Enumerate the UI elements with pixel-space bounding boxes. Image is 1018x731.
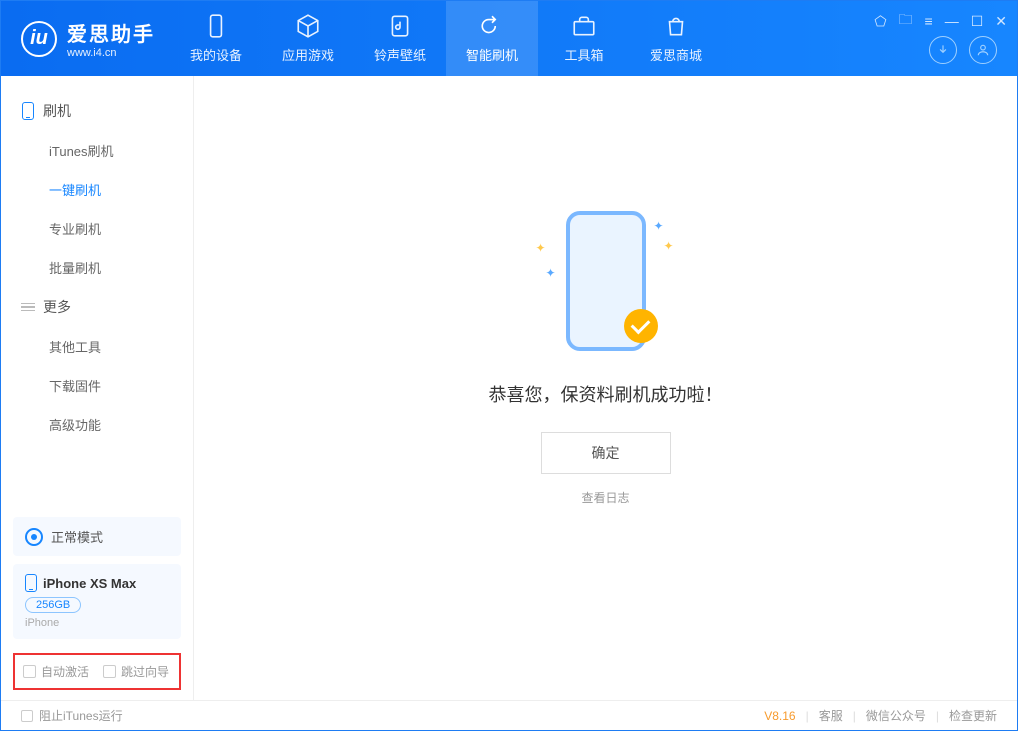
sidebar-item-firmware[interactable]: 下载固件: [1, 366, 193, 405]
logo-icon: iu: [21, 21, 57, 57]
sidebar-section-flash: 刷机: [1, 91, 193, 131]
download-icon: [936, 43, 950, 57]
sidebar-item-batch[interactable]: 批量刷机: [1, 248, 193, 287]
checkbox-icon: [103, 665, 116, 678]
mode-label: 正常模式: [51, 527, 103, 546]
sparkle-icon: ✦: [546, 266, 556, 280]
sidebar-item-oneclick[interactable]: 一键刷机: [1, 170, 193, 209]
sidebar-item-advanced[interactable]: 高级功能: [1, 405, 193, 444]
version-label: V8.16: [764, 709, 795, 723]
sidebar-item-itunes[interactable]: iTunes刷机: [1, 131, 193, 170]
sidebar-section-more: 更多: [1, 287, 193, 327]
top-tabs: 我的设备 应用游戏 铃声壁纸 智能刷机 工具箱 爱思商城: [170, 1, 722, 76]
tab-shop[interactable]: 爱思商城: [630, 1, 722, 76]
shirt-icon[interactable]: ⬠: [874, 13, 886, 30]
footer-kefu[interactable]: 客服: [819, 707, 843, 724]
check-badge-icon: [624, 309, 658, 343]
success-illustration: ✦ ✦ ✦ ✦: [536, 211, 676, 361]
header: iu 爱思助手 www.i4.cn 我的设备 应用游戏 铃声壁纸 智能刷机 工具…: [1, 1, 1017, 76]
device-box[interactable]: iPhone XS Max 256GB iPhone: [13, 564, 181, 639]
logo-area: iu 爱思助手 www.i4.cn: [1, 18, 170, 59]
view-log-link[interactable]: 查看日志: [581, 489, 629, 506]
music-icon: [387, 13, 413, 39]
list-icon: [21, 303, 35, 312]
tab-ringtone[interactable]: 铃声壁纸: [354, 1, 446, 76]
tab-flash[interactable]: 智能刷机: [446, 1, 538, 76]
sparkle-icon: ✦: [536, 241, 546, 255]
bag-icon: [663, 13, 689, 39]
checkbox-row: 自动激活 跳过向导: [13, 653, 181, 690]
user-button[interactable]: [969, 36, 997, 64]
device-phone-icon: [25, 574, 37, 592]
close-icon[interactable]: ✕: [995, 13, 1007, 30]
footer-update[interactable]: 检查更新: [949, 707, 997, 724]
menu-icon[interactable]: ≡: [925, 13, 933, 29]
phone-icon: [203, 13, 229, 39]
cube-icon: [295, 13, 321, 39]
sparkle-icon: ✦: [663, 239, 673, 253]
phone-small-icon: [21, 102, 35, 120]
briefcase-icon: [571, 13, 597, 39]
device-name: iPhone XS Max: [43, 576, 136, 591]
lock-icon[interactable]: 🗀: [899, 9, 913, 33]
app-site: www.i4.cn: [67, 47, 155, 59]
checkbox-icon[interactable]: [21, 710, 33, 722]
checkbox-auto-activate[interactable]: 自动激活: [23, 663, 89, 680]
window-controls: ⬠ 🗀 ≡ — ☐ ✕: [874, 9, 1007, 33]
tab-apps[interactable]: 应用游戏: [262, 1, 354, 76]
download-button[interactable]: [929, 36, 957, 64]
checkbox-skip-guide[interactable]: 跳过向导: [103, 663, 169, 680]
footer-wechat[interactable]: 微信公众号: [866, 707, 926, 724]
sidebar: 刷机 iTunes刷机 一键刷机 专业刷机 批量刷机 更多 其他工具 下载固件 …: [1, 76, 194, 700]
minimize-icon[interactable]: —: [945, 13, 959, 29]
checkbox-icon: [23, 665, 36, 678]
maximize-icon[interactable]: ☐: [971, 13, 984, 30]
user-icon: [976, 43, 990, 57]
mode-icon: [25, 528, 43, 546]
header-actions: [929, 36, 997, 64]
mode-box[interactable]: 正常模式: [13, 517, 181, 556]
sidebar-item-other[interactable]: 其他工具: [1, 327, 193, 366]
success-message: 恭喜您，保资料刷机成功啦！: [489, 381, 723, 407]
footer: 阻止iTunes运行 V8.16 | 客服 | 微信公众号 | 检查更新: [1, 700, 1017, 730]
device-storage: 256GB: [25, 597, 81, 613]
refresh-icon: [479, 13, 505, 39]
app-name: 爱思助手: [67, 18, 155, 47]
tab-device[interactable]: 我的设备: [170, 1, 262, 76]
ok-button[interactable]: 确定: [541, 432, 671, 474]
device-type: iPhone: [25, 617, 169, 629]
sparkle-icon: ✦: [653, 219, 663, 233]
tab-toolbox[interactable]: 工具箱: [538, 1, 630, 76]
content: ✦ ✦ ✦ ✦ 恭喜您，保资料刷机成功啦！ 确定 查看日志: [194, 76, 1017, 700]
main: 刷机 iTunes刷机 一键刷机 专业刷机 批量刷机 更多 其他工具 下载固件 …: [1, 76, 1017, 700]
sidebar-item-pro[interactable]: 专业刷机: [1, 209, 193, 248]
footer-itunes-label[interactable]: 阻止iTunes运行: [39, 707, 123, 724]
